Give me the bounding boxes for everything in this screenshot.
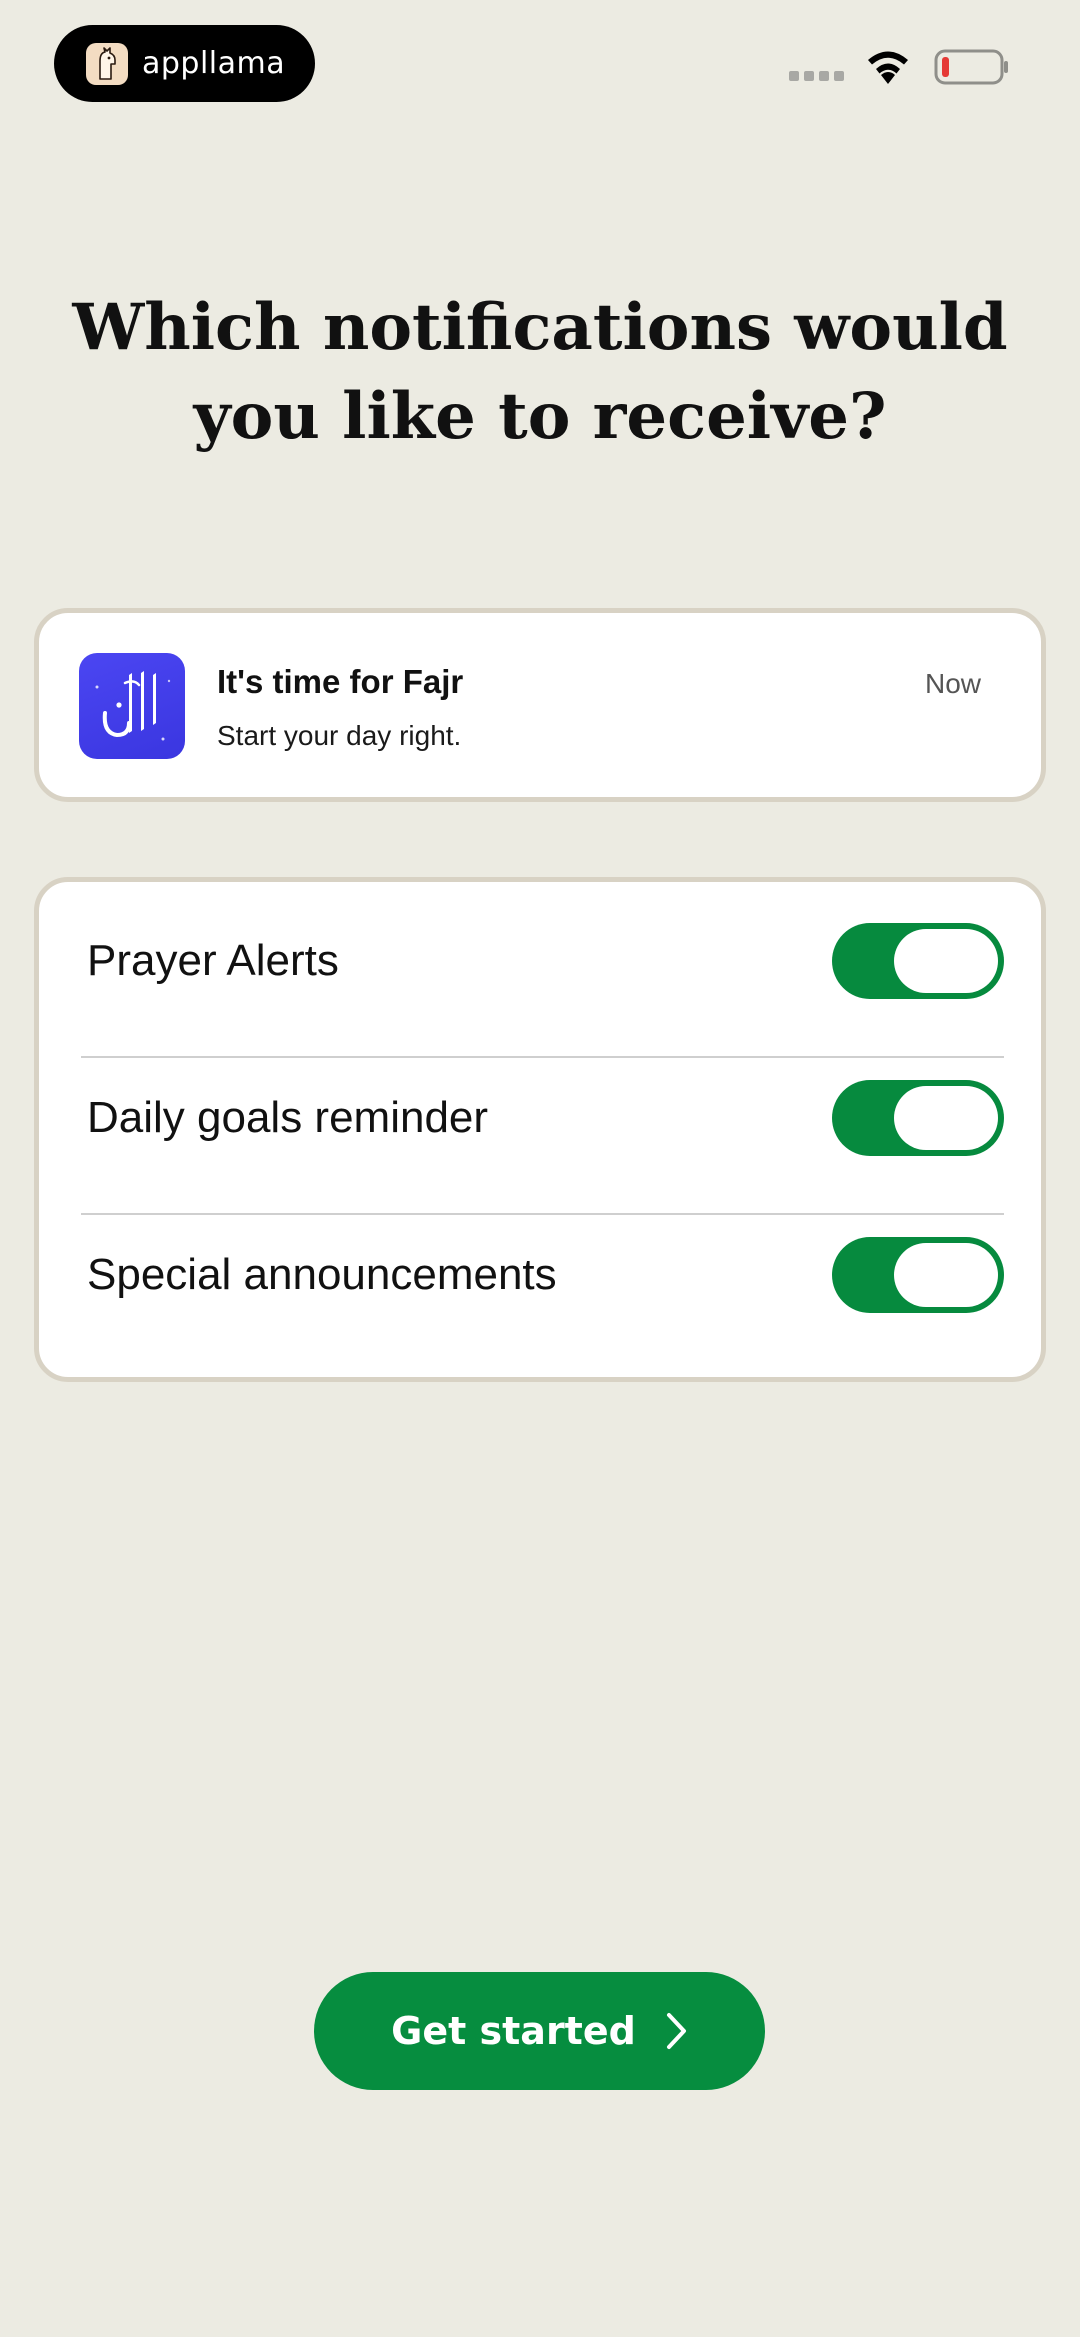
setting-label: Prayer Alerts <box>87 935 339 985</box>
notification-settings-card: Prayer Alerts Daily goals reminder Speci… <box>34 877 1046 1382</box>
toggle-knob <box>894 1242 998 1307</box>
wifi-icon <box>868 51 908 84</box>
athan-app-icon <box>79 653 185 759</box>
setting-row-prayer-alerts: Prayer Alerts <box>39 882 1041 1039</box>
notification-title: It's time for Fajr <box>217 663 464 700</box>
notification-time: Now <box>924 668 981 699</box>
setting-row-special-announcements: Special announcements <box>39 1196 1041 1353</box>
daily-goals-toggle[interactable] <box>832 1079 1004 1156</box>
get-started-button[interactable]: Get started <box>314 1972 765 2090</box>
notification-body: Start your day right. <box>217 720 462 751</box>
chevron-right-icon <box>666 2013 686 2049</box>
toggle-knob <box>894 928 998 993</box>
setting-label: Daily goals reminder <box>87 1092 489 1142</box>
llama-logo-icon <box>86 42 128 85</box>
prayer-alerts-toggle[interactable] <box>832 922 1004 999</box>
special-announcements-toggle[interactable] <box>832 1236 1004 1313</box>
setting-row-daily-goals: Daily goals reminder <box>39 1039 1041 1196</box>
battery-low-icon <box>934 49 1008 85</box>
notification-preview-card: It's time for Fajr Start your day right.… <box>34 608 1046 802</box>
brand-pill: appllama <box>54 25 315 102</box>
toggle-knob <box>894 1085 998 1150</box>
status-icons <box>789 48 1010 86</box>
get-started-label: Get started <box>391 2009 636 2053</box>
page-title: Which notifications would you like to re… <box>72 290 1008 454</box>
signal-icon <box>789 71 844 81</box>
setting-label: Special announcements <box>87 1249 557 1299</box>
brand-name: appllama <box>142 46 286 81</box>
